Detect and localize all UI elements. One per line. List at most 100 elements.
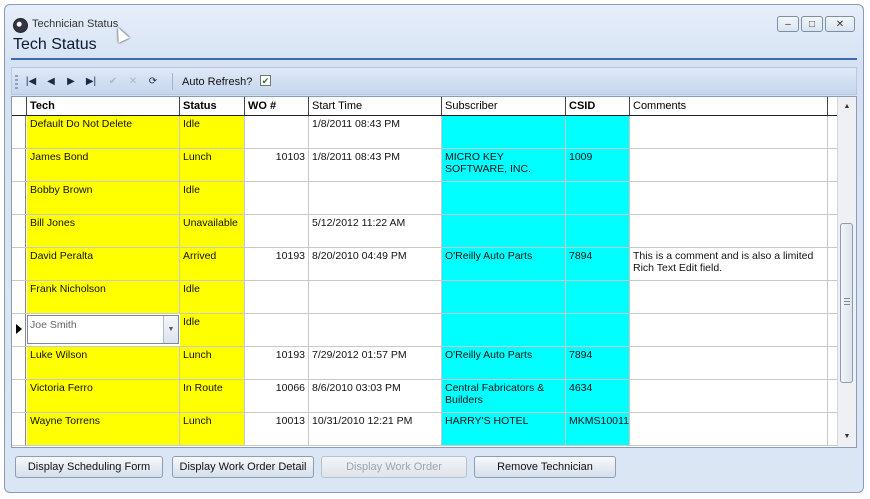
wo-cell[interactable]: 10103 [245, 149, 309, 181]
wo-cell[interactable]: 10193 [245, 347, 309, 379]
row-selector[interactable] [12, 281, 26, 313]
remove-technician-button[interactable]: Remove Technician [474, 456, 616, 478]
subscriber-cell[interactable]: O'Reilly Auto Parts [442, 347, 566, 379]
row-selector[interactable] [12, 116, 26, 148]
first-record-icon[interactable]: |◀ [24, 74, 38, 88]
start-time-cell[interactable]: 10/31/2010 12:21 PM [309, 413, 442, 445]
subscriber-cell[interactable]: Central Fabricators & Builders [442, 380, 566, 412]
subscriber-cell[interactable]: HARRY'S HOTEL [442, 413, 566, 445]
tech-cell[interactable]: Luke Wilson [27, 347, 180, 379]
start-time-cell[interactable]: 8/6/2010 03:03 PM [309, 380, 442, 412]
chevron-down-icon[interactable]: ▼ [163, 316, 178, 343]
header-csid[interactable]: CSID [566, 97, 630, 115]
close-button[interactable]: ✕ [825, 16, 855, 32]
csid-cell[interactable]: MKMS10011 [566, 413, 630, 445]
header-comments[interactable]: Comments [630, 97, 828, 115]
table-row[interactable]: James Bond Lunch 10103 1/8/2011 08:43 PM MI… [12, 149, 838, 182]
wo-cell[interactable] [245, 281, 309, 313]
table-row[interactable]: Luke Wilson Lunch 10193 7/29/2012 01:57 PM O… [12, 347, 838, 380]
display-work-order-button[interactable]: Display Work Order [321, 456, 467, 478]
comments-cell[interactable] [630, 347, 828, 379]
confirm-icon[interactable]: ✔ [106, 74, 120, 88]
wo-cell[interactable] [245, 215, 309, 247]
start-time-cell[interactable]: 1/8/2011 08:43 PM [309, 116, 442, 148]
status-cell[interactable]: Lunch [180, 149, 245, 181]
subscriber-cell[interactable] [442, 215, 566, 247]
table-row[interactable]: Frank Nicholson Idle [12, 281, 838, 314]
wo-cell[interactable]: 10066 [245, 380, 309, 412]
start-time-cell[interactable] [309, 182, 442, 214]
start-time-cell[interactable]: 5/12/2012 11:22 AM [309, 215, 442, 247]
row-selector[interactable] [12, 149, 26, 181]
subscriber-cell[interactable] [442, 182, 566, 214]
minimize-button[interactable]: – [777, 16, 799, 32]
row-selector[interactable] [12, 413, 26, 445]
header-status[interactable]: Status [180, 97, 245, 115]
tech-cell[interactable]: David Peralta [27, 248, 180, 280]
csid-cell[interactable] [566, 182, 630, 214]
tech-cell[interactable]: Frank Nicholson [27, 281, 180, 313]
header-start-time[interactable]: Start Time [309, 97, 442, 115]
header-wo[interactable]: WO # [245, 97, 309, 115]
csid-cell[interactable]: 1009 [566, 149, 630, 181]
comments-cell[interactable] [630, 281, 828, 313]
row-selector[interactable] [12, 248, 26, 280]
row-selector[interactable] [12, 380, 26, 412]
vertical-scrollbar[interactable]: ▲ ▼ [837, 97, 856, 447]
status-cell[interactable]: Idle [180, 116, 245, 148]
tech-cell[interactable]: Bobby Brown [27, 182, 180, 214]
header-tech[interactable]: Tech [27, 97, 180, 115]
csid-cell[interactable]: 7894 [566, 248, 630, 280]
row-selector[interactable] [12, 314, 26, 346]
subscriber-cell[interactable]: O'Reilly Auto Parts [442, 248, 566, 280]
toolbar-grip[interactable] [15, 75, 18, 89]
comments-cell[interactable]: This is a comment and is also a limited … [630, 248, 828, 280]
subscriber-cell[interactable] [442, 116, 566, 148]
status-cell[interactable]: Idle [180, 281, 245, 313]
csid-cell[interactable]: 7894 [566, 347, 630, 379]
tech-cell[interactable]: James Bond [27, 149, 180, 181]
wo-cell[interactable] [245, 116, 309, 148]
subscriber-cell[interactable] [442, 314, 566, 346]
status-cell[interactable]: In Route [180, 380, 245, 412]
start-time-cell[interactable] [309, 281, 442, 313]
subscriber-cell[interactable]: MICRO KEY SOFTWARE, INC. [442, 149, 566, 181]
tech-cell[interactable]: Bill Jones [27, 215, 180, 247]
scroll-thumb[interactable] [840, 223, 853, 383]
status-cell[interactable]: Idle [180, 314, 245, 346]
comments-cell[interactable] [630, 413, 828, 445]
comments-cell[interactable] [630, 116, 828, 148]
display-work-order-detail-button[interactable]: Display Work Order Detail [172, 456, 314, 478]
next-record-icon[interactable]: ▶ [64, 74, 78, 88]
row-selector[interactable] [12, 215, 26, 247]
table-row[interactable]: Victoria Ferro In Route 10066 8/6/2010 03:0… [12, 380, 838, 413]
status-cell[interactable]: Lunch [180, 347, 245, 379]
comments-cell[interactable] [630, 380, 828, 412]
table-row[interactable]: Default Do Not Delete Idle 1/8/2011 08:43 … [12, 116, 838, 149]
comments-cell[interactable] [630, 149, 828, 181]
csid-cell[interactable] [566, 314, 630, 346]
comments-cell[interactable] [630, 314, 828, 346]
cancel-icon[interactable]: ✕ [126, 74, 140, 88]
auto-refresh-checkbox[interactable]: ✔ [260, 75, 271, 86]
status-cell[interactable]: Idle [180, 182, 245, 214]
tech-cell[interactable]: Wayne Torrens [27, 413, 180, 445]
start-time-cell[interactable]: 1/8/2011 08:43 PM [309, 149, 442, 181]
table-row[interactable]: Wayne Torrens Lunch 10013 10/31/2010 12:21 … [12, 413, 838, 446]
row-selector[interactable] [12, 347, 26, 379]
header-subscriber[interactable]: Subscriber [442, 97, 566, 115]
table-row[interactable]: Bobby Brown Idle [12, 182, 838, 215]
scroll-up-icon[interactable]: ▲ [838, 99, 856, 115]
wo-cell[interactable]: 10193 [245, 248, 309, 280]
display-scheduling-form-button[interactable]: Display Scheduling Form [15, 456, 163, 478]
tech-cell[interactable]: Default Do Not Delete [27, 116, 180, 148]
wo-cell[interactable]: 10013 [245, 413, 309, 445]
wo-cell[interactable] [245, 182, 309, 214]
scroll-down-icon[interactable]: ▼ [838, 429, 856, 445]
start-time-cell[interactable]: 7/29/2012 01:57 PM [309, 347, 442, 379]
status-cell[interactable]: Unavailable [180, 215, 245, 247]
table-row[interactable]: David Peralta Arrived 10193 8/20/2010 04:49… [12, 248, 838, 281]
prev-record-icon[interactable]: ◀ [44, 74, 58, 88]
maximize-button[interactable]: □ [801, 16, 823, 32]
wo-cell[interactable] [245, 314, 309, 346]
